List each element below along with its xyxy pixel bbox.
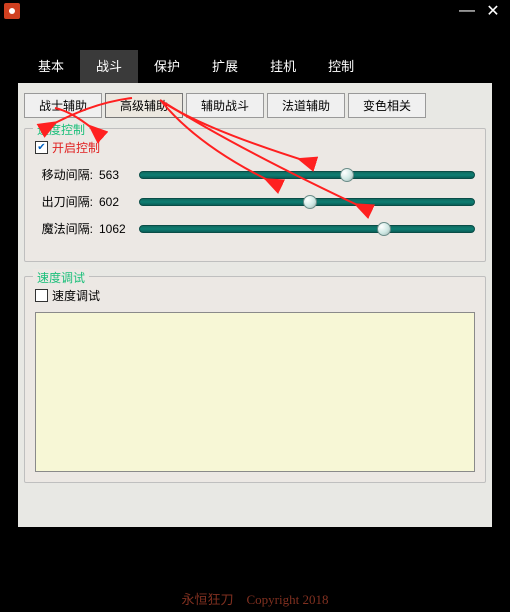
enable-control-checkbox[interactable] — [35, 141, 48, 154]
slider-label: 魔法间隔: — [35, 220, 93, 237]
panel-region: 战士辅助高级辅助辅助战斗法道辅助变色相关 速度控制 开启控制 移动间隔: 563 出… — [18, 83, 492, 527]
slider-label: 出刀间隔: — [35, 193, 93, 210]
group-speed-control: 速度控制 开启控制 移动间隔:563出刀间隔:602魔法间隔:1062 — [24, 128, 486, 262]
app-icon — [4, 3, 20, 19]
slider-row-2: 魔法间隔: 1062 — [35, 220, 475, 237]
speed-debug-checkbox[interactable] — [35, 289, 48, 302]
slider-row-1: 出刀间隔: 602 — [35, 193, 475, 210]
top-tab-1[interactable]: 战斗 — [80, 50, 138, 83]
group-speed-debug: 速度调试 速度调试 — [24, 276, 486, 483]
slider-value: 1062 — [99, 222, 133, 236]
sub-tab-4[interactable]: 变色相关 — [348, 93, 426, 118]
top-tab-0[interactable]: 基本 — [22, 50, 80, 83]
enable-control-row[interactable]: 开启控制 — [35, 139, 475, 156]
minimize-button[interactable]: — — [454, 2, 480, 20]
titlebar: — ✕ — [0, 0, 510, 22]
slider-track[interactable] — [139, 198, 475, 206]
slider-row-0: 移动间隔: 563 — [35, 166, 475, 183]
sub-tab-1[interactable]: 高级辅助 — [105, 93, 183, 118]
sub-tab-0[interactable]: 战士辅助 — [24, 93, 102, 118]
slider-value: 563 — [99, 168, 133, 182]
speed-debug-row[interactable]: 速度调试 — [35, 287, 475, 304]
speed-debug-label: 速度调试 — [52, 287, 100, 304]
group-title: 速度控制 — [33, 121, 89, 138]
slider-thumb[interactable] — [340, 168, 354, 182]
footer-text: 永恒狂刀 Copyright 2018 — [0, 589, 510, 608]
sub-tab-bar: 战士辅助高级辅助辅助战斗法道辅助变色相关 — [24, 91, 486, 128]
top-tab-5[interactable]: 控制 — [312, 50, 370, 83]
slider-track[interactable] — [139, 171, 475, 179]
slider-track[interactable] — [139, 225, 475, 233]
slider-thumb[interactable] — [303, 195, 317, 209]
top-tab-bar: 基本战斗保护扩展挂机控制 — [0, 50, 510, 83]
top-tab-3[interactable]: 扩展 — [196, 50, 254, 83]
slider-thumb[interactable] — [377, 222, 391, 236]
sub-tab-2[interactable]: 辅助战斗 — [186, 93, 264, 118]
debug-output — [35, 312, 475, 472]
top-tab-2[interactable]: 保护 — [138, 50, 196, 83]
slider-value: 602 — [99, 195, 133, 209]
group-title: 速度调试 — [33, 269, 89, 286]
enable-control-label: 开启控制 — [52, 139, 100, 156]
close-button[interactable]: ✕ — [480, 1, 506, 21]
slider-label: 移动间隔: — [35, 166, 93, 183]
sub-tab-3[interactable]: 法道辅助 — [267, 93, 345, 118]
top-tab-4[interactable]: 挂机 — [254, 50, 312, 83]
